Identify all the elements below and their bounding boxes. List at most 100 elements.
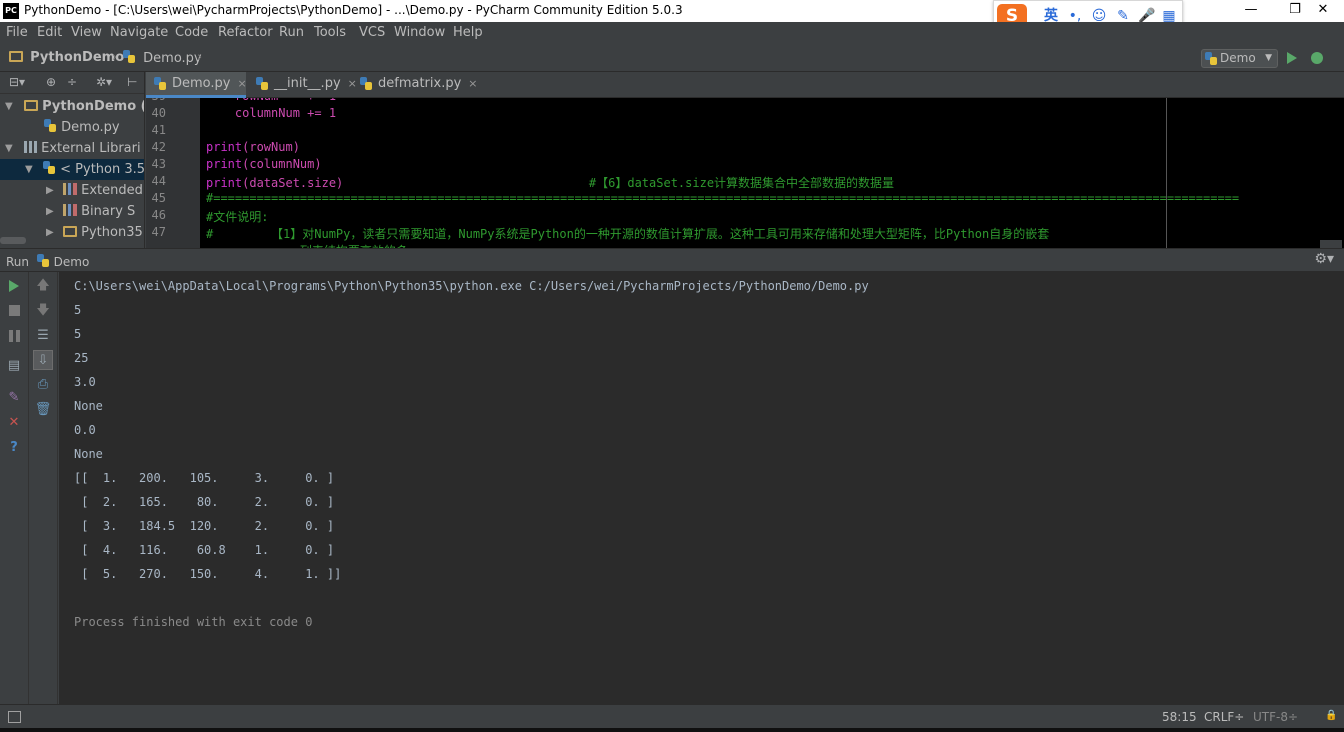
- tree-item-project-root[interactable]: ▼ PythonDemo (: [0, 96, 144, 117]
- run-play-icon[interactable]: [1287, 52, 1297, 64]
- sync-target-icon[interactable]: ⊕: [46, 75, 56, 89]
- menu-navigate[interactable]: Navigate: [110, 25, 168, 40]
- rerun-play-icon[interactable]: [4, 276, 24, 296]
- run-panel-header: Run Demo ⚙▾: [0, 248, 1344, 272]
- down-arrow-icon[interactable]: 🡇: [33, 301, 53, 321]
- console-line: 5: [74, 327, 82, 341]
- code-line[interactable]: #文件说明:: [206, 208, 268, 225]
- close-tab-icon[interactable]: ×: [468, 77, 477, 90]
- code-token: columnNum: [206, 106, 308, 120]
- run-toolbar-primary: ▤ ✎ ✕ ?: [0, 272, 29, 704]
- expand-arrow-icon[interactable]: ▶: [46, 201, 54, 222]
- python-sdk-icon: [43, 161, 56, 175]
- expand-arrow-icon[interactable]: ▼: [5, 138, 13, 159]
- cursor-position[interactable]: 58:15: [1162, 710, 1197, 724]
- line-number-gutter: 39 40 41 42 43 44 45 46 47: [146, 98, 200, 248]
- expand-arrow-icon[interactable]: ▼: [5, 96, 13, 117]
- scroll-to-end-icon[interactable]: ⇩: [33, 350, 53, 370]
- project-panel-scrollbar[interactable]: [0, 237, 26, 244]
- tree-item-demo-py[interactable]: Demo.py: [0, 117, 144, 138]
- debug-bug-icon[interactable]: [1311, 52, 1323, 64]
- pause-icon[interactable]: [4, 326, 24, 346]
- navigation-bar: PythonDemo › Demo.py ›: [0, 44, 1344, 72]
- console-line: 0.0: [74, 423, 96, 437]
- run-console-output[interactable]: C:\Users\wei\AppData\Local\Programs\Pyth…: [59, 272, 1344, 704]
- tree-item-extended[interactable]: ▶ Extended: [0, 180, 144, 201]
- menu-window[interactable]: Window: [394, 25, 445, 40]
- close-run-icon[interactable]: ✕: [4, 413, 24, 433]
- gear-icon[interactable]: ⚙▾: [1314, 251, 1334, 267]
- close-button[interactable]: ✕: [1300, 0, 1344, 22]
- code-editor[interactable]: 39 40 41 42 43 44 45 46 47 rowNum += 1 columnNum…: [146, 98, 1344, 248]
- line-number: 44: [151, 174, 166, 188]
- expand-arrow-icon[interactable]: ▶: [46, 222, 54, 243]
- code-line[interactable]: columnNum += 1: [206, 106, 336, 120]
- code-line[interactable]: # 【1】对NumPy，读者只需要知道，NumPy系统是Python的一种开源的…: [206, 225, 1049, 242]
- tab-defmatrix-py[interactable]: defmatrix.py ×: [352, 72, 478, 98]
- library-bars-icon: [63, 183, 77, 195]
- stop-icon[interactable]: [4, 301, 24, 321]
- code-line[interactable]: #=======================================…: [206, 191, 1239, 205]
- menu-refactor[interactable]: Refactor: [218, 25, 273, 40]
- menu-edit[interactable]: Edit: [37, 25, 62, 40]
- breadcrumb-file[interactable]: Demo.py: [123, 50, 202, 66]
- tree-item-binary[interactable]: ▶ Binary S: [0, 201, 144, 222]
- hide-panel-icon[interactable]: ⊢: [127, 75, 137, 89]
- soft-wrap-icon[interactable]: ☰: [33, 326, 53, 346]
- run-panel-title: Run Demo: [6, 254, 89, 269]
- tool-windows-toggle-icon[interactable]: [8, 711, 21, 723]
- lock-icon[interactable]: 🔒: [1325, 710, 1337, 721]
- tab-demo-py[interactable]: Demo.py ×: [146, 72, 247, 98]
- tree-item-python-sdk[interactable]: ▼ < Python 3.5: [0, 159, 145, 180]
- pin-tab-icon[interactable]: ✎: [4, 388, 24, 408]
- breadcrumb-separator: ›: [112, 50, 118, 65]
- collapse-all-icon[interactable]: ÷: [67, 75, 77, 89]
- menu-tools[interactable]: Tools: [314, 25, 346, 40]
- folder-icon: [63, 226, 77, 237]
- tab-init-py[interactable]: __init__.py ×: [248, 72, 357, 98]
- help-icon[interactable]: ?: [4, 438, 24, 458]
- code-token: (columnNum): [242, 157, 322, 171]
- code-line[interactable]: print(columnNum): [206, 157, 322, 171]
- pycharm-app-icon: PC: [3, 3, 19, 19]
- up-arrow-icon[interactable]: 🡅: [33, 276, 53, 296]
- chevron-down-icon: ▼: [1265, 53, 1272, 63]
- expand-arrow-icon[interactable]: ▶: [46, 180, 54, 201]
- code-line[interactable]: print(rowNum): [206, 140, 300, 154]
- code-token: print: [206, 140, 243, 154]
- menu-bar: File Edit View Navigate Code Refactor Ru…: [0, 22, 1344, 44]
- tree-item-external-libraries[interactable]: ▼ External Librari: [0, 138, 144, 159]
- code-token: += 1: [307, 106, 337, 120]
- expand-arrow-icon[interactable]: ▼: [25, 159, 33, 180]
- folder-icon: [24, 100, 38, 111]
- menu-help[interactable]: Help: [453, 25, 483, 40]
- breadcrumb-project[interactable]: PythonDemo: [9, 50, 124, 65]
- line-separator[interactable]: CRLF÷: [1204, 710, 1244, 724]
- minimize-button[interactable]: —: [1228, 0, 1274, 22]
- file-encoding[interactable]: UTF-8÷: [1253, 710, 1298, 724]
- project-view-selector-icon[interactable]: ⊟▾: [9, 75, 25, 89]
- trash-icon[interactable]: 🗑: [33, 400, 53, 420]
- tree-item-label: Binary S: [81, 204, 136, 219]
- menu-run[interactable]: Run: [279, 25, 304, 40]
- window-title: PythonDemo - [C:\Users\wei\PycharmProjec…: [24, 3, 683, 17]
- menu-file[interactable]: File: [6, 25, 28, 40]
- python-file-icon: [360, 77, 373, 91]
- console-line: 25: [74, 351, 89, 365]
- console-line: [[ 1. 200. 105. 3. 0. ]: [74, 471, 335, 485]
- menu-vcs[interactable]: VCS: [359, 25, 385, 40]
- console-line: C:\Users\wei\AppData\Local\Programs\Pyth…: [74, 279, 869, 293]
- print-icon[interactable]: ⎙: [33, 375, 53, 395]
- code-line[interactable]: rowNum += 1: [206, 98, 336, 103]
- dump-threads-icon[interactable]: ▤: [4, 356, 24, 376]
- close-tab-icon[interactable]: ×: [237, 77, 246, 90]
- code-line[interactable]: print(dataSet.size) #【6】dataSet.size计算数据…: [206, 174, 894, 191]
- menu-view[interactable]: View: [71, 25, 102, 40]
- project-settings-icon[interactable]: ✲▾: [96, 75, 112, 89]
- python-file-icon: [44, 119, 57, 133]
- tree-item-label: < Python 3.5: [60, 162, 145, 177]
- run-configuration-dropdown[interactable]: Demo ▼: [1201, 49, 1278, 68]
- menu-code[interactable]: Code: [175, 25, 208, 40]
- python-file-icon: [123, 50, 136, 64]
- run-toolbar-secondary: 🡅 🡇 ☰ ⇩ ⎙ 🗑: [29, 272, 58, 704]
